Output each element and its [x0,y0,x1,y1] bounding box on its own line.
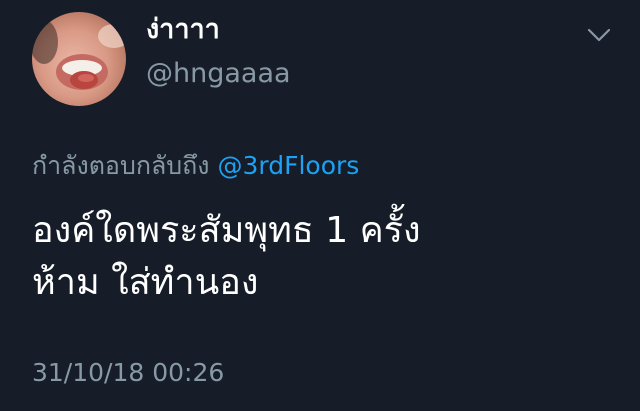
user-handle[interactable]: @hngaaaa [146,56,291,92]
reply-context: กำลังตอบกลับถึง @3rdFloors [32,150,359,182]
avatar[interactable] [32,12,126,106]
reply-prefix: กำลังตอบกลับถึง [32,151,210,180]
tweet-timestamp[interactable]: 31/10/18 00:26 [32,356,224,390]
display-name[interactable]: ง่าาาา [146,12,220,48]
tweet-card: ง่าาาา @hngaaaa กำลังตอบกลับถึง @3rdFloo… [0,0,640,411]
reply-mention-link[interactable]: @3rdFloors [217,151,359,180]
chevron-down-icon[interactable] [585,24,613,46]
tweet-text: องค์ใดพระสัมพุทธ 1 ครั้ง ห้าม ใส่ทำนอง [32,205,622,309]
tweet-text-line: องค์ใดพระสัมพุทธ 1 ครั้ง [32,210,421,251]
avatar-photo [32,20,126,90]
tweet-text-line: ห้าม ใส่ทำนอง [32,262,259,303]
